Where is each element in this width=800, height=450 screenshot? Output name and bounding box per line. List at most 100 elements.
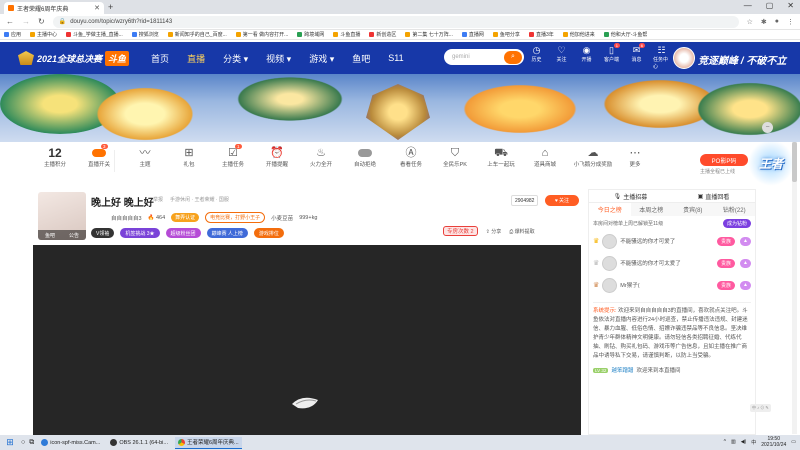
- pobi-button[interactable]: PO影P码: [700, 154, 748, 166]
- url-field[interactable]: 🔒 douyu.com/topic/wzry6th?rid=1811143: [52, 15, 739, 28]
- tab-week-rank[interactable]: 本周之榜: [631, 203, 673, 216]
- browser-tab[interactable]: 王者荣耀6周年庆典 ✕: [4, 2, 104, 14]
- header-client[interactable]: 1 ▯ 客户端: [603, 43, 620, 70]
- bookmark-item[interactable]: 他和大厅-斗鱼帮: [603, 31, 647, 38]
- bookmark-item[interactable]: 第一看 做内容打开...: [235, 31, 288, 38]
- toolbar-theme[interactable]: 〰主题: [125, 146, 165, 168]
- notification-icon[interactable]: ▭: [791, 439, 796, 445]
- tab-anchor-recruit[interactable]: 🎙 主播招募: [589, 190, 672, 202]
- bookmark-item[interactable]: 斗鱼_学做主播_直播...: [66, 31, 123, 38]
- task-view-icon[interactable]: ⧉: [29, 439, 34, 447]
- toolbar-store[interactable]: ⌂ 道具商城: [525, 146, 565, 168]
- become-diamond-button[interactable]: 成为钻粉: [722, 218, 751, 228]
- tab-replay[interactable]: ▣ 直播回看: [672, 190, 755, 202]
- streamer-name[interactable]: 自自自自自3: [111, 214, 142, 222]
- network-icon[interactable]: ▥: [731, 439, 736, 445]
- video-player[interactable]: [33, 245, 581, 435]
- challenge-chip[interactable]: 机签挑战 3★: [120, 228, 160, 238]
- toolbar-live-switch[interactable]: 3 直播开关: [79, 144, 119, 168]
- bookmark-item[interactable]: 跨境域网: [297, 31, 324, 38]
- extension-icon[interactable]: ✱: [761, 18, 767, 26]
- tab-diamond-fans[interactable]: 钻粉(22): [714, 203, 756, 216]
- ime-toolbar[interactable]: 中 ♪ ⊙ ✎: [750, 404, 771, 412]
- rank-row[interactable]: ♛ 不能骚远的你才可爱了 贵族 ▲: [589, 230, 755, 252]
- menu-icon[interactable]: ⋮: [787, 18, 794, 26]
- toolbar-reward[interactable]: ☁ 小飞鹅分成奖励: [573, 146, 613, 168]
- toolbar-anchor-task[interactable]: 1 ☑ 主播任务: [213, 144, 253, 168]
- follow-button[interactable]: ♥ 关注: [545, 195, 579, 206]
- nav-category[interactable]: 分类 ▾: [223, 52, 248, 65]
- peak-match-chip[interactable]: 巅峰赛 人上榜: [206, 228, 248, 238]
- share-button[interactable]: ⇪ 分享: [486, 228, 502, 235]
- header-messages[interactable]: 6 ✉ 消息: [628, 43, 645, 70]
- tab-today-rank[interactable]: 今日之榜: [589, 203, 631, 216]
- toolbar-carpool[interactable]: ⛟ 上车一起玩: [481, 146, 521, 168]
- bookmark-item[interactable]: 第二集 七十万阵...: [405, 31, 453, 38]
- minimize-icon[interactable]: —: [744, 1, 752, 10]
- close-tab-icon[interactable]: ✕: [94, 4, 100, 12]
- toolbar-points[interactable]: 12 主播积分: [35, 146, 75, 168]
- bookmark-item[interactable]: 新闻知乎的自己_百度...: [167, 31, 227, 38]
- bookmark-item[interactable]: 斗鱼直播: [333, 31, 360, 38]
- input-language[interactable]: 中: [751, 439, 756, 446]
- taskbar-app-camera[interactable]: icon-spf-miss.Cam...: [38, 437, 103, 449]
- nav-live[interactable]: 直播: [187, 52, 205, 65]
- nav-s11[interactable]: S11: [388, 53, 403, 63]
- maximize-icon[interactable]: ▢: [766, 1, 774, 10]
- room-category[interactable]: 手游休闲 · 王者荣耀 · 国服: [170, 196, 229, 203]
- windows-start-icon[interactable]: ⊞: [3, 437, 17, 449]
- header-follow[interactable]: ♡ 关注: [553, 45, 570, 70]
- header-history[interactable]: ◷ 历史: [528, 45, 545, 70]
- rank-chip[interactable]: 游戏排位: [253, 228, 284, 238]
- bookmark-item[interactable]: 主播中心: [30, 31, 57, 38]
- taskbar-app-chrome[interactable]: 王者荣耀6周年庆典...: [174, 436, 242, 449]
- fan-club-chip[interactable]: 超级粉丝团: [165, 228, 201, 238]
- toolbar-auto-reject[interactable]: 自动拒绝: [345, 146, 385, 168]
- vip-chip[interactable]: V领袖: [91, 228, 115, 238]
- bookmark-item[interactable]: 搜狐浏览: [131, 31, 159, 38]
- toolbar-more[interactable]: ⋯ 更多: [615, 146, 655, 168]
- bookmark-item[interactable]: 直播网: [461, 31, 484, 38]
- toolbar-gift[interactable]: ⊞ 礼包: [169, 146, 209, 168]
- toolbar-fire[interactable]: ♨ 火力全开: [301, 146, 341, 168]
- profile-icon[interactable]: ●: [775, 18, 779, 26]
- user-avatar[interactable]: [673, 47, 695, 69]
- toolbar-view-task[interactable]: Ⓐ 看看任务: [391, 146, 431, 168]
- header-broadcast[interactable]: ◉ 开播: [578, 45, 595, 70]
- nav-yuba[interactable]: 鱼吧: [352, 52, 370, 65]
- gift-times-tag[interactable]: 专房次数 2: [443, 226, 478, 236]
- nav-home[interactable]: 首页: [151, 52, 169, 65]
- bookmark-item[interactable]: 鱼吧分享: [492, 31, 520, 38]
- hot-tag[interactable]: 电竞比赛，打野小王子: [205, 212, 266, 223]
- search-icon[interactable]: ⌕: [504, 50, 522, 64]
- taskbar-app-obs[interactable]: OBS 26.1.1 (64-bi...: [107, 437, 171, 449]
- collapse-icon[interactable]: −: [762, 122, 773, 133]
- chat-username[interactable]: 越笨蹭蹭: [611, 366, 633, 374]
- back-icon[interactable]: ←: [6, 17, 14, 26]
- volume-icon[interactable]: ◀): [741, 439, 747, 445]
- header-task-center[interactable]: ☷ 任务中心: [653, 45, 670, 70]
- streamer-thumbnail[interactable]: 鱼吧 公告: [38, 192, 86, 240]
- new-tab-icon[interactable]: +: [108, 2, 113, 12]
- search-input[interactable]: gemini: [452, 54, 470, 60]
- close-window-icon[interactable]: ✕: [787, 1, 794, 10]
- toolbar-reminder[interactable]: ⏰ 开播提醒: [257, 146, 297, 168]
- extract-button[interactable]: ⎙ 爆料提取: [509, 228, 534, 235]
- site-logo[interactable]: 2021全球总决赛 斗鱼: [18, 50, 130, 66]
- reload-icon[interactable]: ↻: [38, 17, 45, 26]
- tab-vip[interactable]: 贵宾(8): [672, 203, 714, 216]
- bookmark-item[interactable]: 他加他进来: [562, 31, 595, 38]
- search-box[interactable]: gemini ⌕: [444, 49, 524, 65]
- toolbar-pk[interactable]: ⛉ 全民乐PK: [435, 146, 475, 168]
- report-link[interactable]: 举报: [153, 196, 163, 203]
- bookmark-item[interactable]: 新创造区: [369, 31, 396, 38]
- bookmark-item[interactable]: 应用: [4, 31, 21, 38]
- star-icon[interactable]: ☆: [747, 18, 753, 26]
- nav-video[interactable]: 视频 ▾: [266, 52, 291, 65]
- page-scrollbar[interactable]: [792, 142, 797, 434]
- forward-icon[interactable]: →: [22, 17, 30, 26]
- nav-games[interactable]: 游戏 ▾: [309, 52, 334, 65]
- search-icon[interactable]: ○: [21, 439, 25, 446]
- bookmark-item[interactable]: 直播3年: [528, 31, 554, 38]
- rank-row[interactable]: ♛ 不能骚远的你才可太爱了 贵族 ▲: [589, 252, 755, 274]
